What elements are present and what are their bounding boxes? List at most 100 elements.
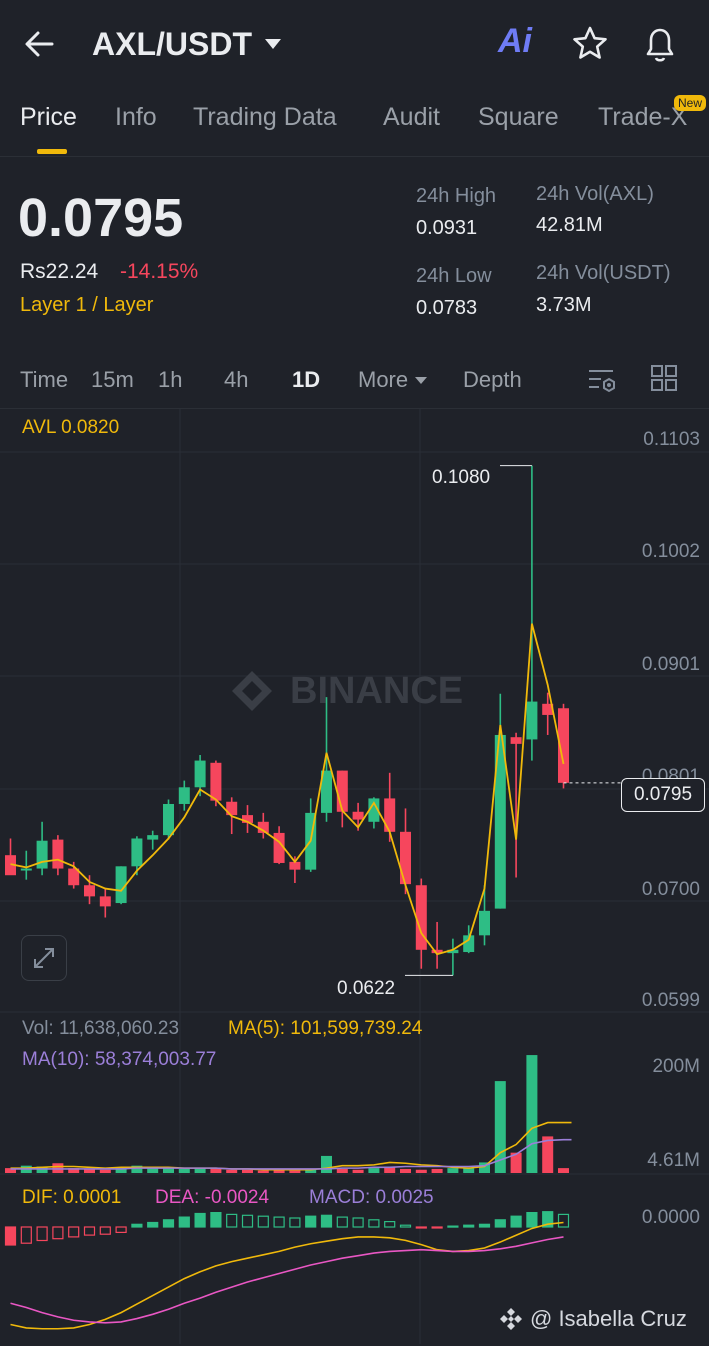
candle-body [352,811,364,820]
macd-histogram-bar [131,1223,143,1228]
timeframe-4h[interactable]: 4h [224,367,248,393]
pair-selector[interactable]: AXL/USDT [92,22,282,66]
indicator-settings-button[interactable] [586,364,618,396]
timeframe-time[interactable]: Time [20,367,68,393]
volume-bar [336,1168,348,1173]
macd-histogram-bar [399,1224,412,1228]
fullscreen-button[interactable] [21,935,67,981]
settings-sliders-icon [589,370,615,393]
tab-square[interactable]: Square [478,103,559,132]
candle-body [526,701,538,740]
vol-base-label: 24h Vol(AXL) [536,183,654,205]
macd-histogram-bar [478,1223,491,1228]
depth-tab[interactable]: Depth [463,367,522,393]
candle-body [400,831,411,885]
layout-grid-button[interactable] [650,364,678,392]
volume-bar [558,1168,569,1173]
volume-ma10-line [10,1138,572,1170]
candle-body [84,885,95,897]
macd-histogram-bar [447,1225,459,1228]
watermark-logo-icon [232,671,272,711]
volume-bar [257,1170,269,1173]
candle-body [510,737,522,744]
tab-audit[interactable]: Audit [383,103,440,132]
bell-icon [646,28,674,62]
macd-histogram-bar [526,1211,538,1228]
candle-body [36,840,48,869]
macd-histogram-bar [210,1211,222,1228]
vol-quote-label: 24h Vol(USDT) [536,262,671,284]
last-price: 0.0795 [18,188,184,248]
macd-histogram-bar [510,1215,522,1228]
favorite-button[interactable] [570,24,610,64]
candle-body [99,896,111,907]
timeframe-more[interactable]: More [358,367,428,393]
footer-credit: @ Isabella Cruz [498,1306,687,1332]
macd-histogram-bar [178,1216,190,1228]
candle-body [131,838,143,867]
vol-axis-tick: 4.61M [647,1150,700,1171]
macd-histogram-bar [162,1219,175,1228]
macd-histogram-bar [273,1216,285,1228]
price-axis-tick: 0.1103 [643,429,700,450]
macd-histogram-bar [415,1226,427,1229]
vol-quote-value: 3.73M [536,294,592,316]
macd-histogram-bar [99,1226,111,1235]
tab-trading-data[interactable]: Trading Data [193,103,337,132]
high-annotation: 0.1080 [432,467,491,488]
macd-histogram-bar [320,1214,333,1228]
tab-active-indicator [37,149,67,154]
star-icon [573,26,607,59]
vol-ma5-label: MA(5): 101,599,739.24 [228,1018,423,1039]
price-axis-tick: 0.0700 [641,879,700,900]
vol-base-value: 42.81M [536,214,603,236]
fiat-price: Rs22.24 [20,260,99,283]
macd-histogram-bar [305,1215,317,1228]
back-button[interactable] [18,22,62,66]
macd-histogram-bar [194,1212,206,1228]
high-value: 0.0931 [416,217,478,239]
expand-icon [34,948,54,968]
low-label: 24h Low [416,265,492,287]
macd-histogram-bar [241,1214,254,1228]
candle-body [415,885,427,950]
tab-info[interactable]: Info [115,103,157,132]
candle-body [20,868,32,871]
tabs-divider [0,156,709,157]
candle-body [336,770,348,812]
vol-axis-tick: 200M [652,1056,700,1077]
price-change: -14.15% [120,260,199,283]
ai-icon: Ai [498,22,532,60]
tab-price[interactable]: Price [20,103,77,132]
candle-body [163,803,174,836]
timeframe-15m[interactable]: 15m [91,367,134,393]
binance-logo-icon [500,1308,522,1330]
macd-histogram-bar [289,1217,301,1228]
category-link[interactable]: Layer 1 / Layer [20,294,153,317]
macd-histogram-bar [431,1226,443,1229]
candle-body [178,787,190,804]
timeframe-1h[interactable]: 1h [158,367,182,393]
volume-bar [431,1168,443,1173]
price-axis-tick: 0.0901 [641,654,700,675]
binance-watermark: BINANCE [290,670,463,712]
timeframe-1d[interactable]: 1D [292,367,320,393]
price-axis-tick: 0.1002 [641,541,700,562]
alert-button[interactable] [640,22,680,66]
vol-label: Vol: 11,638,060.23 [22,1018,180,1039]
macd-axis-tick: 0.0000 [641,1207,700,1228]
volume-bar [289,1170,301,1173]
macd-histogram-bar [368,1219,380,1228]
volume-bar [210,1168,222,1173]
macd-histogram-bar [384,1220,396,1228]
macd-histogram-bar [147,1221,159,1228]
ai-button[interactable]: Ai [498,22,544,66]
volume-bar [526,1055,538,1173]
grid-icon [651,365,677,391]
more-label: More [358,367,409,392]
volume-bar [352,1169,364,1173]
caret-down-icon [265,39,281,49]
macd-histogram-bar [115,1226,127,1234]
high-label: 24h High [416,185,497,207]
macd-histogram-bar [52,1226,64,1240]
